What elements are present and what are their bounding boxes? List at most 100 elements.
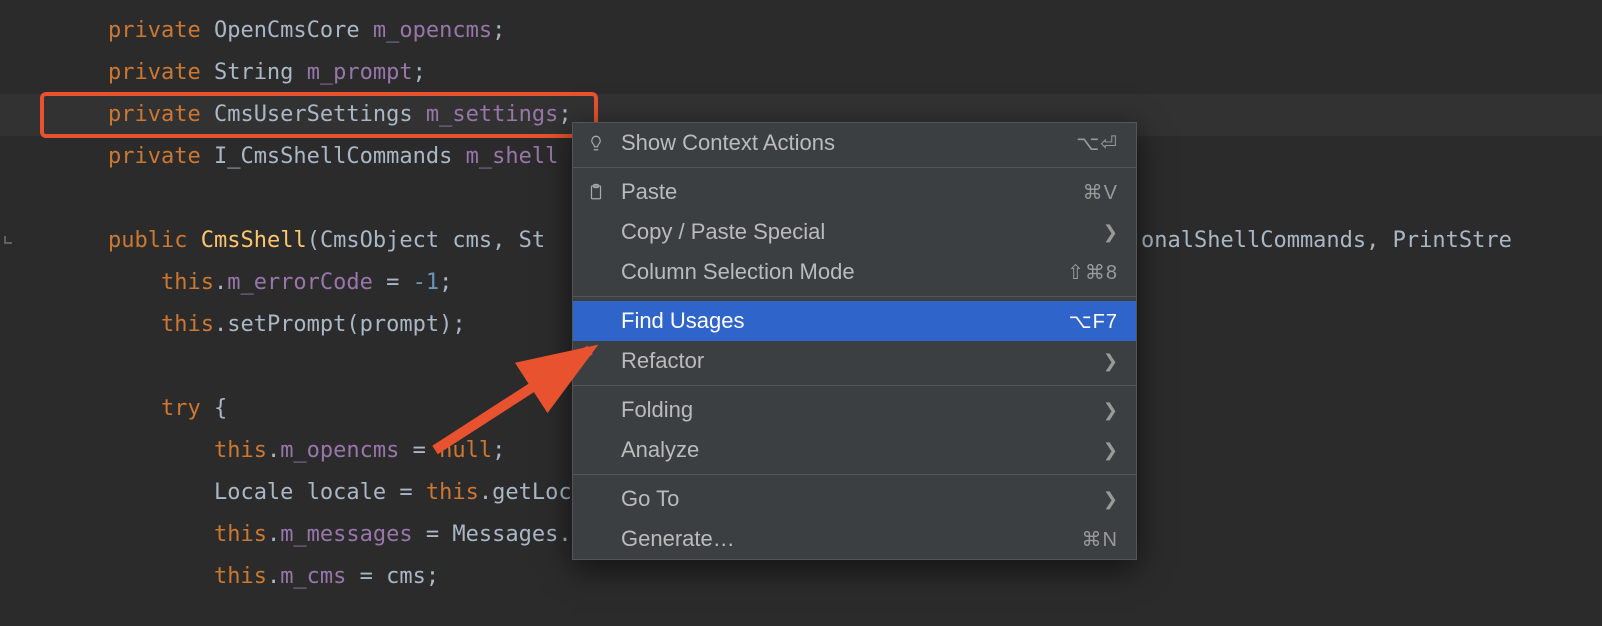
lightbulb-icon: [587, 132, 605, 154]
code-token-punc: ,: [492, 228, 519, 253]
code-token-punc: =: [399, 438, 439, 463]
code-token-punc: =: [346, 564, 386, 589]
menu-separator: [573, 167, 1136, 168]
code-token-name: CmsShell: [201, 228, 307, 253]
code-token-type: OpenCmsCore: [214, 18, 360, 43]
menu-item-copy-paste-special[interactable]: Copy / Paste Special ❯: [573, 212, 1136, 252]
code-token-type: I_CmsShellCommands: [214, 144, 452, 169]
code-token-punc: .: [479, 480, 492, 505]
code-token-punc: ;: [492, 438, 505, 463]
menu-item-refactor[interactable]: Refactor ❯: [573, 341, 1136, 381]
code-token-punc: .: [267, 438, 280, 463]
context-menu[interactable]: Show Context Actions ⌥⏎ Paste ⌘V Copy / Past…: [572, 122, 1137, 560]
code-token-kw: private: [108, 102, 201, 127]
menu-item-label: Copy / Paste Special: [621, 219, 1089, 245]
code-token-field: m_opencms: [280, 438, 399, 463]
code-token-field: m_cms: [280, 564, 346, 589]
code-token-type: Messages: [452, 522, 558, 547]
code-token-field: m_opencms: [373, 18, 492, 43]
menu-item-label: Find Usages: [621, 308, 1055, 334]
chevron-right-icon: ❯: [1103, 489, 1118, 510]
menu-item-paste[interactable]: Paste ⌘V: [573, 172, 1136, 212]
code-token-kw: private: [108, 18, 201, 43]
menu-item-generate[interactable]: Generate…⌘N: [573, 519, 1136, 559]
code-token-ident: cms: [452, 228, 492, 253]
code-token-kw: public: [108, 228, 187, 253]
code-line[interactable]: private OpenCmsCore m_opencms;: [0, 10, 1602, 52]
code-token-type: St: [519, 228, 546, 253]
chevron-right-icon: ❯: [1103, 400, 1118, 421]
code-token-field: m_errorCode: [227, 270, 373, 295]
code-token-punc: ): [439, 312, 452, 337]
code-token-num: -1: [413, 270, 440, 295]
code-token-kw: private: [108, 144, 201, 169]
code-token-punc: .: [214, 270, 227, 295]
code-token-ident: prompt: [360, 312, 439, 337]
code-token-ident: getLoc: [492, 480, 571, 505]
menu-separator: [573, 474, 1136, 475]
chevron-right-icon: ❯: [1103, 222, 1118, 243]
menu-item-folding[interactable]: Folding ❯: [573, 390, 1136, 430]
gutter-fold-marker[interactable]: [4, 236, 12, 244]
code-token-punc: ;: [558, 102, 571, 127]
menu-item-show-context-actions[interactable]: Show Context Actions ⌥⏎: [573, 123, 1136, 163]
code-token-type: CmsObject: [320, 228, 439, 253]
code-token-punc: .: [267, 564, 280, 589]
code-token-ident: setPrompt: [227, 312, 346, 337]
menu-item-label: Refactor: [621, 348, 1089, 374]
menu-item-label: Generate…: [621, 526, 1068, 552]
menu-item-column-selection-mode[interactable]: Column Selection Mode ⇧⌘8: [573, 252, 1136, 292]
chevron-right-icon: ❯: [1103, 351, 1118, 372]
menu-item-find-usages[interactable]: Find Usages ⌥F7: [573, 301, 1136, 341]
menu-item-go-to[interactable]: Go To ❯: [573, 479, 1136, 519]
code-token-punc: ;: [439, 270, 452, 295]
menu-separator: [573, 385, 1136, 386]
code-token-this: this: [161, 312, 214, 337]
code-token-type: Locale: [214, 480, 293, 505]
code-token-ident: cms: [386, 564, 426, 589]
code-token-punc: (: [346, 312, 359, 337]
menu-separator: [573, 296, 1136, 297]
menu-item-analyze[interactable]: Analyze❯: [573, 430, 1136, 470]
code-line-tail: onalShellCommands, PrintStre: [1141, 220, 1512, 262]
menu-item-label: Paste: [621, 179, 1069, 205]
code-token-punc: (: [307, 228, 320, 253]
code-token-punc: .: [267, 522, 280, 547]
code-token-punc: =: [413, 522, 453, 547]
menu-item-label: Show Context Actions: [621, 130, 1062, 156]
code-token-this: this: [214, 438, 267, 463]
menu-item-shortcut: ⇧⌘8: [1067, 260, 1118, 285]
code-token-punc: ;: [413, 60, 426, 85]
menu-item-shortcut: ⌘V: [1083, 180, 1118, 205]
code-token-punc: ;: [452, 312, 465, 337]
menu-item-label: Go To: [621, 486, 1089, 512]
code-token-this: this: [214, 564, 267, 589]
code-line[interactable]: private String m_prompt;: [0, 52, 1602, 94]
code-token-this: this: [161, 270, 214, 295]
menu-item-icon-slot: [585, 132, 607, 154]
code-token-kw: private: [108, 60, 201, 85]
code-token-type: CmsUserSettings: [214, 102, 413, 127]
code-token-field: m_prompt: [307, 60, 413, 85]
code-token-kw: try: [161, 396, 201, 421]
code-token-type: String: [214, 60, 293, 85]
menu-item-label: Folding: [621, 397, 1089, 423]
menu-item-shortcut: ⌥F7: [1069, 309, 1118, 334]
menu-item-icon-slot: [585, 181, 607, 203]
code-token-punc: .: [214, 312, 227, 337]
clipboard-icon: [587, 181, 605, 203]
code-token-punc: =: [386, 480, 426, 505]
code-token-kw: null: [439, 438, 492, 463]
code-token-field: m_settings: [426, 102, 558, 127]
code-token-punc: {: [214, 396, 227, 421]
code-line[interactable]: this.m_cms = cms;: [0, 556, 1602, 598]
code-token-punc: =: [373, 270, 413, 295]
code-token-punc: ;: [426, 564, 439, 589]
code-token-this: this: [214, 522, 267, 547]
menu-item-label: Column Selection Mode: [621, 259, 1053, 285]
code-token-punc: .: [558, 522, 571, 547]
menu-item-shortcut: ⌥⏎: [1076, 131, 1118, 156]
menu-item-label: Analyze: [621, 437, 1089, 463]
code-token-field: m_shell: [466, 144, 559, 169]
code-token-punc: ;: [492, 18, 505, 43]
